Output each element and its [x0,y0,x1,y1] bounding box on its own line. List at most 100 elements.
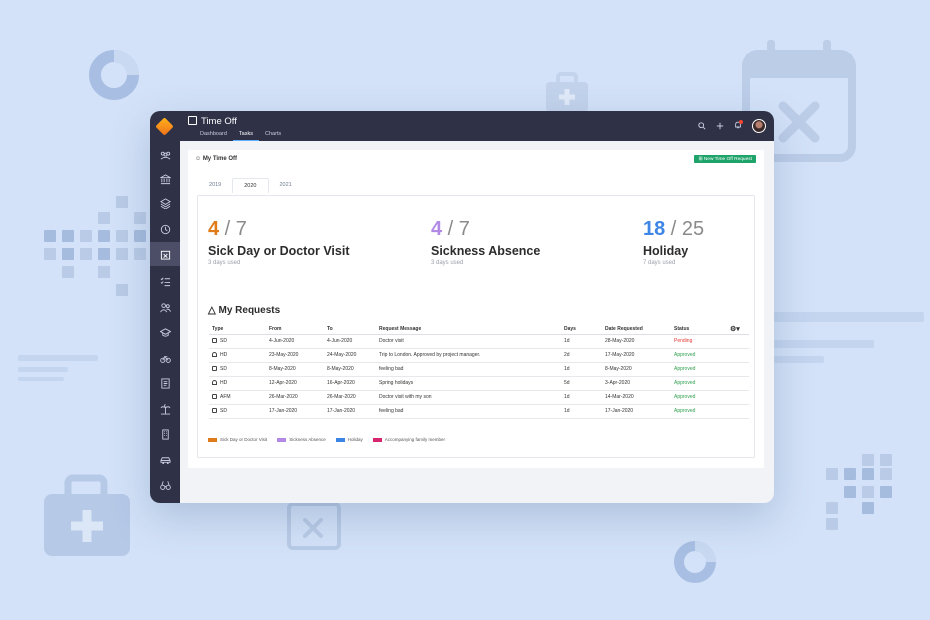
col-request-message[interactable]: Request Message [376,324,561,335]
search-icon[interactable] [698,122,706,130]
first-aid-icon [212,338,217,343]
legend-label: Sickness Absence [289,437,326,442]
days-cell: 1d [561,362,602,377]
table-row[interactable]: SD 8-May-2020 8-May-2020 feeling bad 1d … [209,362,749,377]
tab-year-2020[interactable]: 2020 [232,178,269,193]
sidebar [150,111,180,503]
app-window: Time Off Dashboard Tasks Charts ☺ My Tim… [150,111,774,503]
tab-dashboard[interactable]: Dashboard [194,130,233,141]
first-aid-icon [212,408,217,413]
days-cell: 1d [561,404,602,419]
first-aid-kit-decoration [546,72,588,112]
col-days[interactable]: Days [561,324,602,335]
to-cell: 4-Jun-2020 [324,334,376,349]
stat-days-used: 3 days used [431,260,464,266]
to-cell: 16-Apr-2020 [324,376,376,391]
status-badge: Approved [671,362,727,377]
message-cell: Trip to London. Approved by project mana… [376,348,561,363]
type-cell: HD [220,352,228,358]
legend-swatch [335,437,345,442]
building-icon[interactable] [150,422,180,446]
col-status[interactable]: Status [671,324,727,335]
team-icon[interactable] [150,295,180,319]
status-badge: Approved [671,348,727,363]
stat-days-used: 7 days used [643,260,676,266]
layers-icon[interactable] [150,191,180,215]
bell-service-icon: △ [208,305,216,316]
days-cell: 5d [561,376,602,391]
requests-table: Type From To Request Message Days Date R… [209,324,749,419]
stat-sickness-absence: 4 / 7 Sickness Absence 3 days used [431,218,540,266]
line-decoration [18,355,98,361]
tab-tasks[interactable]: Tasks [232,130,259,141]
time-off-panel: ☺ My Time Off ⊞ New Time Off Request 201… [188,150,764,468]
plus-square-icon: ⊞ [698,156,703,162]
top-bar-actions [698,119,766,133]
stat-count: 4 / 7 [431,218,470,240]
message-cell: Spring holidays [376,376,561,391]
table-header-row: Type From To Request Message Days Date R… [209,324,749,335]
date-requested-cell: 14-Mar-2020 [602,390,671,405]
app-logo[interactable] [155,117,174,136]
table-row[interactable]: HD 12-Apr-2020 16-Apr-2020 Spring holida… [209,376,749,391]
panel-title: My Time Off [202,156,238,162]
new-request-label: New Time Off Request [703,156,752,162]
tab-year-2019[interactable]: 2019 [198,178,232,193]
plus-icon[interactable] [716,122,724,130]
holiday-icon [212,352,217,357]
table-row[interactable]: SD 17-Jan-2020 17-Jan-2020 feeling bad 1… [209,404,749,419]
palm-tree-icon[interactable] [150,397,180,421]
line-decoration [774,340,874,348]
date-requested-cell: 28-May-2020 [602,334,671,349]
year-content: 4 / 7 Sick Day or Doctor Visit 3 days us… [197,195,755,458]
stat-total: 7 [235,218,247,240]
col-type[interactable]: Type [209,324,266,335]
graduation-cap-icon[interactable] [150,320,180,344]
from-cell: 12-Apr-2020 [266,376,324,391]
people-icon[interactable] [150,143,180,167]
user-icon: ☺ [195,156,202,162]
status-badge: Approved [671,376,727,391]
line-decoration [18,377,64,381]
tab-charts[interactable]: Charts [259,130,287,141]
table-row[interactable]: AFM 26-Mar-2020 26-Mar-2020 Doctor visit… [209,390,749,405]
donut-chart-decoration [89,50,139,100]
table-row[interactable]: HD 23-May-2020 24-May-2020 Trip to Londo… [209,348,749,363]
date-requested-cell: 17-May-2020 [602,348,671,363]
tab-year-2021[interactable]: 2021 [269,178,303,193]
stat-total: 25 [681,218,705,240]
col-from[interactable]: From [266,324,324,335]
panel-header: ☺ My Time Off [195,156,237,162]
bicycle-icon[interactable] [150,346,180,370]
calendar-small-decoration [287,502,341,550]
avatar[interactable] [752,119,766,133]
new-time-off-request-button[interactable]: ⊞ New Time Off Request [694,155,756,163]
calendar-x-icon[interactable] [150,242,180,266]
calendar-icon [188,116,197,125]
gear-icon[interactable]: ⚙▾ [730,326,740,333]
binoculars-icon[interactable] [150,473,180,497]
date-requested-cell: 17-Jan-2020 [602,404,671,419]
col-settings: ⚙▾ [727,324,749,335]
col-to[interactable]: To [324,324,376,335]
legend-label: Accompanying family member [384,437,446,442]
message-cell: feeling bad [376,404,561,419]
notifications-button[interactable] [734,120,743,131]
from-cell: 23-May-2020 [266,348,324,363]
message-cell: Doctor visit with my son [376,390,561,405]
table-row[interactable]: SD 4-Jun-2020 4-Jun-2020 Doctor visit 1d… [209,334,749,349]
type-cell: HD [220,380,228,386]
first-aid-icon [212,366,217,371]
days-cell: 2d [561,348,602,363]
col-date-requested[interactable]: Date Requested [602,324,671,335]
car-icon[interactable] [150,448,180,472]
status-badge: Pending [671,334,727,349]
stat-days-used: 3 days used [208,260,241,266]
bank-icon[interactable] [150,167,180,191]
clock-icon[interactable] [150,217,180,241]
my-requests-heading: △ My Requests [208,305,280,316]
to-cell: 17-Jan-2020 [324,404,376,419]
to-cell: 24-May-2020 [324,348,376,363]
document-icon[interactable] [150,371,180,395]
checklist-icon[interactable] [150,269,180,293]
